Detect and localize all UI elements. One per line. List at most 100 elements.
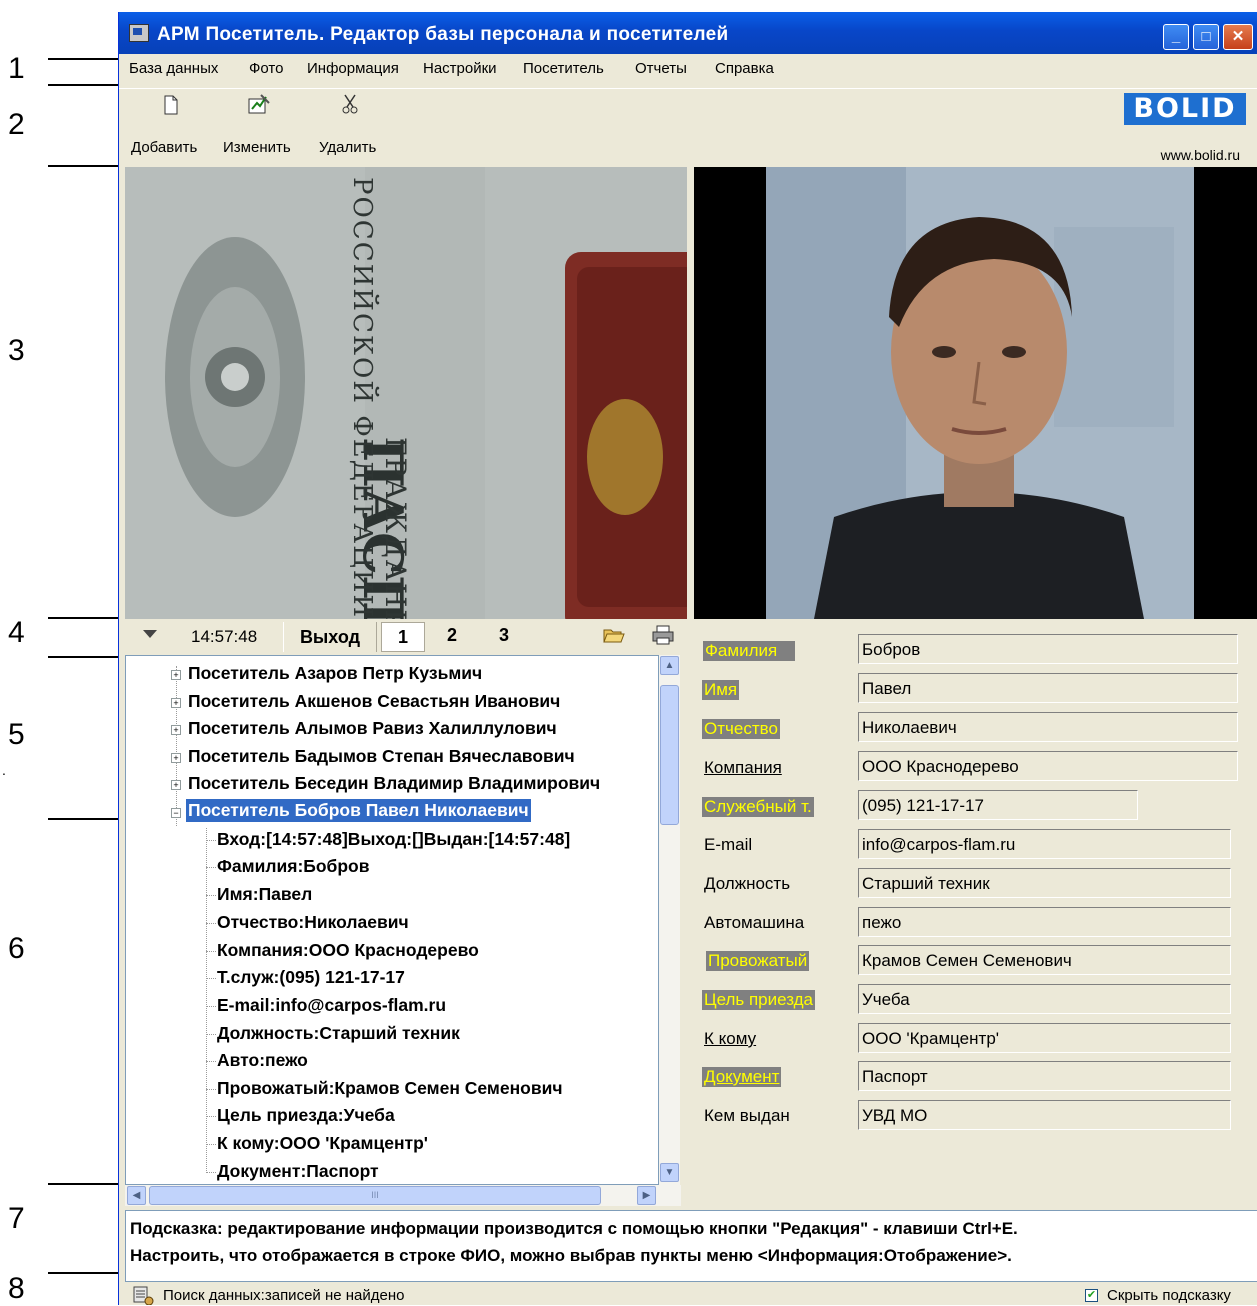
bolid-url: www.bolid.ru: [1160, 147, 1240, 163]
tree-detail[interactable]: Имя:Павел: [126, 882, 658, 909]
scroll-right-icon[interactable]: ▶: [637, 1186, 656, 1205]
tree-node-visitor[interactable]: + Посетитель Бадымов Степан Вячеславович: [126, 745, 658, 771]
tree-detail[interactable]: Цель приезда:Учеба: [126, 1103, 658, 1130]
page-tab-2[interactable]: 2: [447, 625, 457, 646]
field-last-name[interactable]: Бобров: [858, 634, 1238, 664]
passport-subtitle-2: РОССИЙСКОЙ ФЕДЕРАЦИИ: [347, 177, 377, 619]
tree-detail-label: Цель приезда:Учеба: [217, 1105, 395, 1125]
label-work-phone: Служебный т.: [702, 797, 814, 817]
tree-detail[interactable]: Вход:[14:57:48]Выход:[]Выдан:[14:57:48]: [126, 827, 658, 854]
expand-icon[interactable]: +: [171, 698, 181, 708]
tree-node-visitor[interactable]: + Посетитель Алымов Равиз Халиллулович: [126, 717, 658, 743]
dropdown-triangle-icon[interactable]: [143, 630, 157, 638]
edit-button[interactable]: Изменить: [221, 89, 305, 167]
field-work-phone[interactable]: (095) 121-17-17: [858, 790, 1138, 820]
tree-detail[interactable]: E-mail:info@carpos-flam.ru: [126, 993, 658, 1020]
entry-time: 14:57:48: [191, 627, 258, 646]
page-tab-3[interactable]: 3: [499, 625, 509, 646]
tree-node-visitor-selected[interactable]: − Посетитель Бобров Павел Николаевич: [126, 799, 658, 826]
tree-vertical-scrollbar[interactable]: ▲ ▼: [659, 655, 680, 1185]
tree-node-visitor[interactable]: + Посетитель Азаров Петр Кузьмич: [126, 662, 658, 688]
tree-detail-label: К кому:ООО 'Крамцентр': [217, 1133, 428, 1153]
tree-detail[interactable]: Авто:пежо: [126, 1048, 658, 1075]
page-tab-1[interactable]: 1: [381, 622, 425, 652]
minimize-button[interactable]: _: [1163, 24, 1189, 50]
field-escort[interactable]: Крамов Семен Семенович: [858, 945, 1231, 975]
expand-icon[interactable]: +: [171, 753, 181, 763]
label-last-name: Фамилия: [703, 641, 795, 661]
tree-horizontal-scrollbar[interactable]: ◀ III ▶: [125, 1185, 681, 1206]
tree-detail-label: Авто:пежо: [217, 1050, 308, 1070]
field-car[interactable]: пежо: [858, 907, 1231, 937]
exit-button[interactable]: Выход: [283, 622, 377, 652]
tree-node-visitor[interactable]: + Посетитель Беседин Владимир Владимиров…: [126, 772, 658, 798]
scroll-thumb-horizontal[interactable]: III: [149, 1186, 601, 1205]
tree-node-label: Посетитель Бадымов Степан Вячеславович: [188, 746, 575, 766]
field-email[interactable]: info@carpos-flam.ru: [858, 829, 1231, 859]
add-button[interactable]: Добавить: [131, 89, 217, 167]
field-first-name[interactable]: Павел: [858, 673, 1238, 703]
label-to-whom[interactable]: К кому: [702, 1029, 758, 1049]
tree-connector: [206, 1172, 216, 1173]
tree-detail[interactable]: Т.служ:(095) 121-17-17: [126, 965, 658, 992]
label-issued-by: Кем выдан: [704, 1106, 790, 1125]
visitor-photo: [694, 167, 1257, 619]
tree-detail-label: Отчество:Николаевич: [217, 912, 409, 932]
field-position[interactable]: Старший техник: [858, 868, 1231, 898]
expand-icon[interactable]: +: [171, 780, 181, 790]
scroll-left-icon[interactable]: ◀: [127, 1186, 146, 1205]
tree-detail[interactable]: Компания:ООО Краснодерево: [126, 938, 658, 965]
tree-detail[interactable]: К кому:ООО 'Крамцентр': [126, 1131, 658, 1158]
menu-visitor[interactable]: Посетитель: [523, 60, 604, 77]
collapse-icon[interactable]: −: [171, 808, 181, 818]
expand-icon[interactable]: +: [171, 725, 181, 735]
label-company[interactable]: Компания: [702, 758, 784, 778]
field-company[interactable]: ООО Краснодерево: [858, 751, 1238, 781]
tree-detail[interactable]: Документ:Паспорт: [126, 1159, 658, 1184]
title-bar[interactable]: АРМ Посетитель. Редактор базы персонала …: [119, 12, 1257, 54]
menu-reports[interactable]: Отчеты: [635, 60, 687, 77]
scroll-thumb[interactable]: [660, 685, 679, 825]
tree-detail-label: Вход:[14:57:48]Выход:[]Выдан:[14:57:48]: [217, 829, 571, 849]
tree-node-label: Посетитель Акшенов Севастьян Иванович: [188, 691, 561, 711]
expand-icon[interactable]: +: [171, 670, 181, 680]
tree-connector: [206, 1034, 216, 1035]
menu-help[interactable]: Справка: [715, 60, 774, 77]
field-patronymic[interactable]: Николаевич: [858, 712, 1238, 742]
tree-detail-label: Документ:Паспорт: [217, 1161, 379, 1181]
callout-line-7: [48, 1272, 118, 1274]
menu-photo[interactable]: Фото: [249, 60, 283, 77]
label-visit-purpose: Цель приезда: [702, 990, 815, 1010]
tree-connector: [206, 840, 216, 841]
tree-node-visitor[interactable]: + Посетитель Акшенов Севастьян Иванович: [126, 690, 658, 716]
tree-detail[interactable]: Отчество:Николаевич: [126, 910, 658, 937]
callout-3: 3: [8, 334, 25, 367]
edit-label: Изменить: [223, 139, 291, 156]
tree-connector: [206, 1144, 216, 1145]
delete-button[interactable]: Удалить: [315, 89, 389, 167]
visitor-form: Фамилия Бобров Имя Павел Отчество Никола…: [694, 620, 1257, 1208]
hide-hint-toggle[interactable]: ✔ Скрыть подсказку: [1085, 1286, 1255, 1304]
label-position: Должность: [704, 874, 791, 893]
menu-settings[interactable]: Настройки: [423, 60, 497, 77]
tree-detail[interactable]: Провожатый:Крамов Семен Семенович: [126, 1076, 658, 1103]
tree-connector: [206, 1089, 216, 1090]
tree-detail[interactable]: Фамилия:Бобров: [126, 854, 658, 881]
menu-database[interactable]: База данных: [129, 60, 218, 77]
scroll-down-icon[interactable]: ▼: [660, 1163, 679, 1182]
printer-icon[interactable]: [651, 625, 675, 645]
hide-hint-checkbox[interactable]: ✔: [1085, 1289, 1098, 1302]
search-status-icon: [133, 1286, 154, 1305]
folder-open-icon[interactable]: [603, 626, 625, 644]
field-issued-by[interactable]: УВД МО: [858, 1100, 1231, 1130]
field-visit-purpose[interactable]: Учеба: [858, 984, 1231, 1014]
new-document-icon: [164, 95, 178, 115]
field-document[interactable]: Паспорт: [858, 1061, 1231, 1091]
maximize-button[interactable]: □: [1193, 24, 1219, 50]
label-document[interactable]: Документ: [702, 1067, 782, 1087]
scroll-up-icon[interactable]: ▲: [660, 656, 679, 675]
close-button[interactable]: ✕: [1223, 24, 1253, 50]
tree-detail[interactable]: Должность:Старший техник: [126, 1021, 658, 1048]
field-to-whom[interactable]: ООО 'Крамцентр': [858, 1023, 1231, 1053]
menu-information[interactable]: Информация: [307, 60, 399, 77]
